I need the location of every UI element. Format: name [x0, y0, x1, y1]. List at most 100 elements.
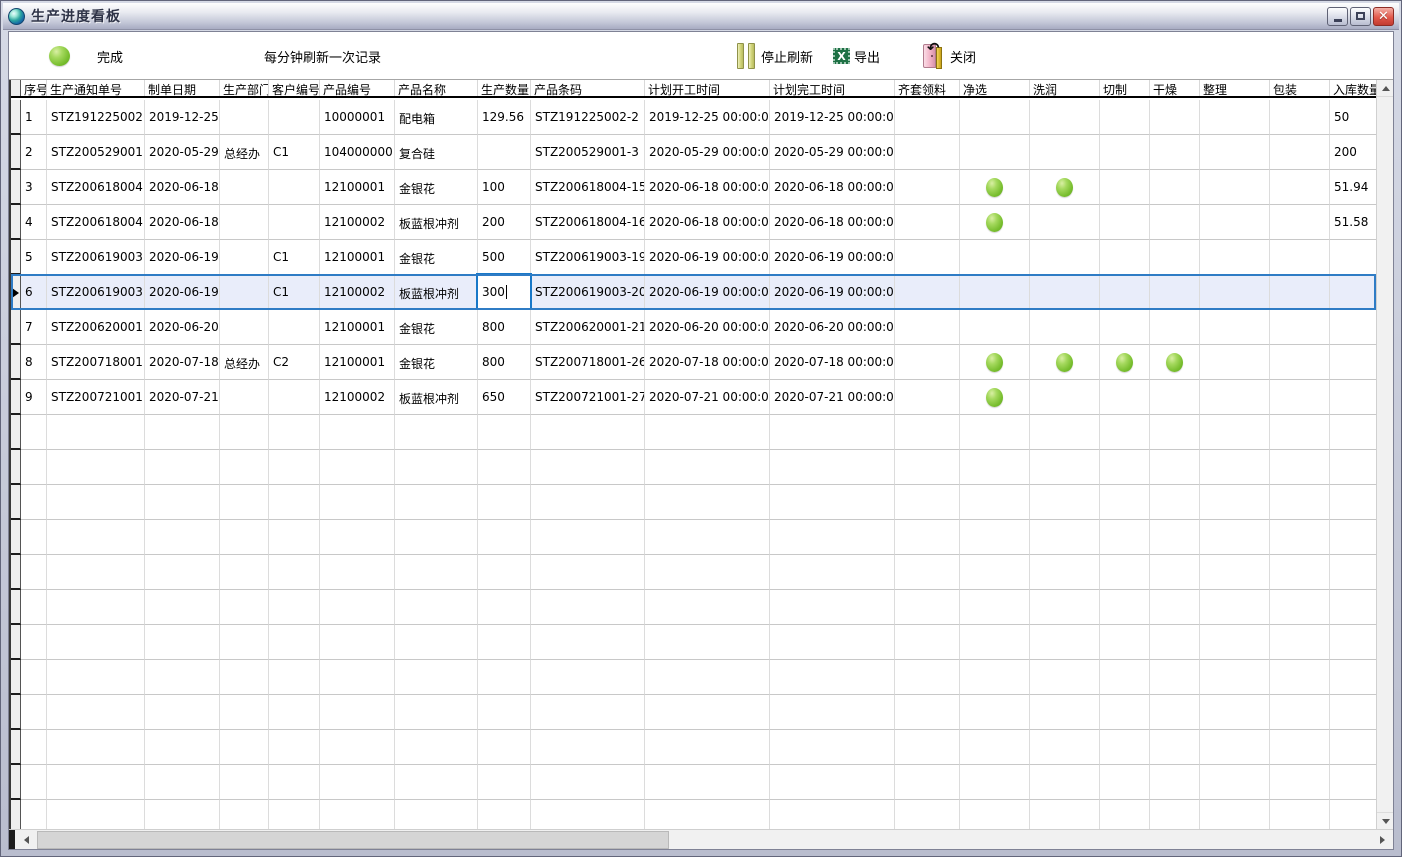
- cell-product_no[interactable]: 1040000001: [320, 135, 395, 170]
- column-header-seq[interactable]: 序号: [21, 80, 47, 96]
- vertical-scrollbar[interactable]: [1376, 80, 1393, 829]
- cell-barcode[interactable]: STZ200721001-27: [531, 380, 645, 415]
- cell-in_qty[interactable]: [1330, 345, 1376, 380]
- cell-notice_no[interactable]: STZ200619003: [47, 275, 145, 310]
- cell-customer_no[interactable]: [269, 170, 320, 205]
- column-header-qiezhi[interactable]: 切制: [1100, 80, 1150, 96]
- table-row[interactable]: 1STZ1912250022019-12-2510000001配电箱129.56…: [11, 100, 1376, 135]
- cell-product_no[interactable]: 12100002: [320, 380, 395, 415]
- cell-notice_no[interactable]: STZ200618004: [47, 205, 145, 240]
- cell-dept[interactable]: 总经办: [220, 345, 269, 380]
- cell-dept[interactable]: [220, 310, 269, 345]
- cell-plan_start[interactable]: 2020-06-18 00:00:00: [645, 170, 770, 205]
- cell-order_date[interactable]: 2020-06-19: [145, 275, 220, 310]
- scroll-up-button[interactable]: [1377, 80, 1393, 97]
- cell-plan_start[interactable]: 2020-07-21 00:00:00: [645, 380, 770, 415]
- column-header-barcode[interactable]: 产品条码: [531, 80, 645, 96]
- cell-dept[interactable]: [220, 170, 269, 205]
- horizontal-scroll-thumb[interactable]: [37, 831, 669, 849]
- cell-qty[interactable]: 129.56: [478, 100, 531, 135]
- cell-plan_start[interactable]: 2020-06-19 00:00:00: [645, 240, 770, 275]
- cell-plan_end[interactable]: 2020-06-18 00:00:00: [770, 170, 895, 205]
- cell-seq[interactable]: 3: [21, 170, 47, 205]
- table-row[interactable]: 8STZ2007180012020-07-18总经办C212100001金银花8…: [11, 345, 1376, 380]
- cell-customer_no[interactable]: C1: [269, 135, 320, 170]
- cell-customer_no[interactable]: [269, 205, 320, 240]
- cell-product_name[interactable]: 板蓝根冲剂: [395, 380, 478, 415]
- cell-barcode[interactable]: STZ200718001-26: [531, 345, 645, 380]
- cell-plan_start[interactable]: 2019-12-25 00:00:00: [645, 100, 770, 135]
- cell-customer_no[interactable]: [269, 100, 320, 135]
- cell-customer_no[interactable]: C1: [269, 275, 320, 310]
- cell-seq[interactable]: 4: [21, 205, 47, 240]
- stop-refresh-button[interactable]: 停止刷新: [737, 32, 813, 80]
- cell-order_date[interactable]: 2020-07-21: [145, 380, 220, 415]
- cell-barcode[interactable]: STZ200619003-19: [531, 240, 645, 275]
- cell-product_no[interactable]: 10000001: [320, 100, 395, 135]
- cell-plan_end[interactable]: 2020-06-19 00:00:00: [770, 240, 895, 275]
- column-header-in_qty[interactable]: 入库数量: [1330, 80, 1380, 96]
- cell-product_name[interactable]: 金银花: [395, 240, 478, 275]
- cell-plan_end[interactable]: 2020-06-19 00:00:00: [770, 275, 895, 310]
- cell-plan_start[interactable]: 2020-07-18 00:00:00: [645, 345, 770, 380]
- cell-product_no[interactable]: 12100001: [320, 345, 395, 380]
- cell-notice_no[interactable]: STZ200718001: [47, 345, 145, 380]
- column-header-baozhuang[interactable]: 包装: [1270, 80, 1330, 96]
- cell-product_name[interactable]: 复合硅: [395, 135, 478, 170]
- cell-plan_start[interactable]: 2020-06-20 00:00:00: [645, 310, 770, 345]
- table-row[interactable]: 9STZ2007210012020-07-21 12100002板蓝根冲剂650S…: [11, 380, 1376, 415]
- export-button[interactable]: X 导出: [833, 32, 880, 80]
- cell-plan_end[interactable]: 2020-07-18 00:00:00: [770, 345, 895, 380]
- cell-barcode[interactable]: STZ200619003-20: [531, 275, 645, 310]
- cell-seq[interactable]: 9: [21, 380, 47, 415]
- cell-dept[interactable]: [220, 100, 269, 135]
- column-header-zhengli[interactable]: 整理: [1200, 80, 1270, 96]
- cell-barcode[interactable]: STZ200618004-15: [531, 170, 645, 205]
- column-header-plan_end[interactable]: 计划完工时间: [770, 80, 895, 96]
- cell-barcode[interactable]: STZ200529001-3: [531, 135, 645, 170]
- column-header-notice_no[interactable]: 生产通知单号: [47, 80, 145, 96]
- scroll-down-button[interactable]: [1377, 812, 1393, 829]
- cell-notice_no[interactable]: STZ200721001: [47, 380, 145, 415]
- cell-in_qty[interactable]: 200: [1330, 135, 1376, 170]
- cell-qty[interactable]: 100: [478, 170, 531, 205]
- cell-qty[interactable]: 800: [478, 310, 531, 345]
- cell-customer_no[interactable]: [269, 380, 320, 415]
- cell-qty[interactable]: 650: [478, 380, 531, 415]
- cell-order_date[interactable]: 2020-06-20: [145, 310, 220, 345]
- table-row[interactable]: 6STZ2006190032020-06-19C112100002板蓝根冲剂30…: [11, 275, 1376, 310]
- cell-product_no[interactable]: 12100002: [320, 205, 395, 240]
- cell-notice_no[interactable]: STZ200529001: [47, 135, 145, 170]
- maximize-button[interactable]: [1350, 7, 1371, 26]
- column-header-customer_no[interactable]: 客户编号: [269, 80, 320, 96]
- cell-in_qty[interactable]: 50: [1330, 100, 1376, 135]
- cell-plan_end[interactable]: 2019-12-25 00:00:00: [770, 100, 895, 135]
- cell-order_date[interactable]: 2020-06-19: [145, 240, 220, 275]
- qty-edit-input[interactable]: 300: [476, 273, 532, 311]
- table-row[interactable]: 4STZ2006180042020-06-1812100002板蓝根冲剂200S…: [11, 205, 1376, 240]
- column-header-dept[interactable]: 生产部门: [220, 80, 269, 96]
- cell-in_qty[interactable]: 51.58: [1330, 205, 1376, 240]
- cell-dept[interactable]: [220, 205, 269, 240]
- cell-plan_start[interactable]: 2020-05-29 00:00:00: [645, 135, 770, 170]
- cell-dept[interactable]: [220, 275, 269, 310]
- column-header-jingxuan[interactable]: 净选: [960, 80, 1030, 96]
- cell-seq[interactable]: 1: [21, 100, 47, 135]
- cell-order_date[interactable]: 2020-06-18: [145, 205, 220, 240]
- cell-plan_end[interactable]: 2020-07-21 00:00:00: [770, 380, 895, 415]
- close-window-button[interactable]: ↶ 关闭: [921, 32, 976, 80]
- minimize-button[interactable]: [1327, 7, 1348, 26]
- cell-product_name[interactable]: 金银花: [395, 345, 478, 380]
- cell-qty[interactable]: 200: [478, 205, 531, 240]
- column-header-product_no[interactable]: 产品编号: [320, 80, 395, 96]
- cell-notice_no[interactable]: STZ200618004: [47, 170, 145, 205]
- cell-seq[interactable]: 7: [21, 310, 47, 345]
- table-row[interactable]: 2STZ2005290012020-05-29总经办C11040000001复合…: [11, 135, 1376, 170]
- scroll-right-button[interactable]: [1371, 830, 1393, 850]
- cell-order_date[interactable]: 2020-06-18: [145, 170, 220, 205]
- table-row[interactable]: 7STZ2006200012020-06-2012100001金银花800STZ…: [11, 310, 1376, 345]
- cell-customer_no[interactable]: C1: [269, 240, 320, 275]
- cell-qty[interactable]: 300: [478, 275, 531, 310]
- cell-product_name[interactable]: 配电箱: [395, 100, 478, 135]
- cell-plan_start[interactable]: 2020-06-18 00:00:00: [645, 205, 770, 240]
